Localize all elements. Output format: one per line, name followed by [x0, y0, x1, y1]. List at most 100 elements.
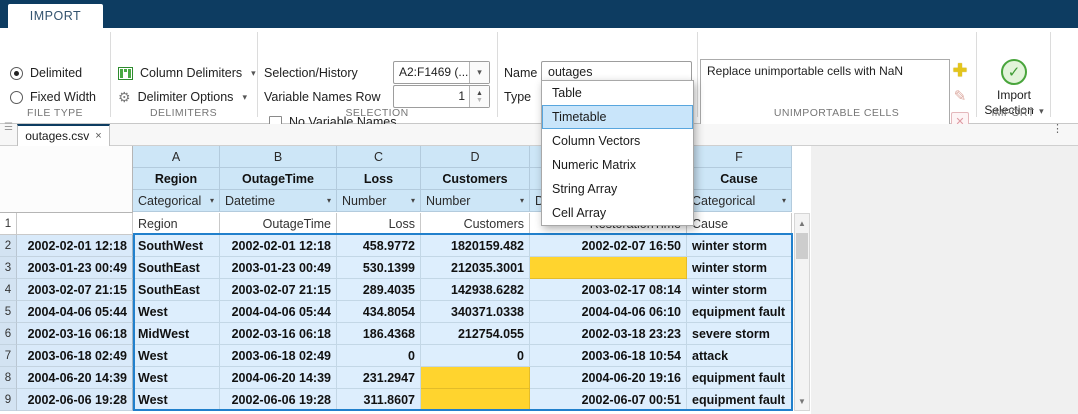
- table-cell[interactable]: 2002-03-18 23:23: [530, 323, 687, 345]
- table-cell[interactable]: 2004-04-06 06:10: [530, 301, 687, 323]
- document-tab-bar: ☰ outages.csv × ⋮: [0, 124, 1078, 146]
- type-menu-item[interactable]: Table: [542, 81, 693, 105]
- table-cell[interactable]: 289.4035: [337, 279, 421, 301]
- column-name-header[interactable]: Loss: [337, 168, 421, 190]
- document-bar-menu-icon[interactable]: ☰: [4, 126, 13, 130]
- column-letter-header[interactable]: A: [133, 146, 220, 168]
- table-cell[interactable]: 2003-06-18 10:54: [530, 345, 687, 367]
- table-cell[interactable]: 0: [337, 345, 421, 367]
- unimportable-rule-item[interactable]: Replace unimportable cells with NaN: [707, 64, 903, 78]
- radio-delimited[interactable]: Delimited: [10, 65, 82, 81]
- type-menu-item[interactable]: Column Vectors: [542, 129, 693, 153]
- table-cell[interactable]: 2003-02-07 21:15: [220, 279, 337, 301]
- row-number-cell: 4: [0, 279, 17, 301]
- table-cell[interactable]: 2002-02-01 12:18: [220, 235, 337, 257]
- table-cell[interactable]: 186.4368: [337, 323, 421, 345]
- table-cell[interactable]: West: [133, 301, 220, 323]
- column-letter-header[interactable]: B: [220, 146, 337, 168]
- unimportable-cell[interactable]: [421, 367, 530, 389]
- table-cell[interactable]: attack: [687, 345, 792, 367]
- table-cell[interactable]: winter storm: [687, 235, 792, 257]
- close-tab-icon[interactable]: ×: [95, 130, 101, 142]
- column-letter-header[interactable]: D: [421, 146, 530, 168]
- column-type-dropdown[interactable]: Number▾: [337, 190, 421, 212]
- spinner-arrows-icon[interactable]: ▲▼: [469, 86, 489, 107]
- column-type-dropdown[interactable]: Categorical▾: [133, 190, 220, 212]
- vertical-scrollbar[interactable]: ▲ ▼: [794, 213, 810, 411]
- type-menu-item[interactable]: String Array: [542, 177, 693, 201]
- column-name-header[interactable]: Customers: [421, 168, 530, 190]
- type-menu-item[interactable]: Cell Array: [542, 201, 693, 225]
- table-cell[interactable]: winter storm: [687, 279, 792, 301]
- column-letter-header[interactable]: C: [337, 146, 421, 168]
- table-cell[interactable]: 2004-06-20 19:16: [530, 367, 687, 389]
- table-cell[interactable]: West: [133, 345, 220, 367]
- table-cell[interactable]: 340371.0338: [421, 301, 530, 323]
- table-cell[interactable]: Customers: [421, 213, 530, 235]
- table-cell[interactable]: West: [133, 389, 220, 411]
- table-cell[interactable]: SouthWest: [133, 235, 220, 257]
- table-cell[interactable]: 2002-03-16 06:18: [220, 323, 337, 345]
- scrollbar-thumb[interactable]: [796, 233, 808, 259]
- table-cell[interactable]: SouthEast: [133, 279, 220, 301]
- document-bar-options-icon[interactable]: ⋮: [1052, 127, 1063, 132]
- column-letter-header[interactable]: F: [687, 146, 792, 168]
- column-delimiters-button[interactable]: Column Delimiters ▾: [118, 64, 256, 82]
- type-menu-item[interactable]: Numeric Matrix: [542, 153, 693, 177]
- table-cell[interactable]: OutageTime: [220, 213, 337, 235]
- radio-delimited-icon[interactable]: [10, 67, 23, 80]
- table-cell[interactable]: 2004-04-06 05:44: [220, 301, 337, 323]
- radio-fixed-width-icon[interactable]: [10, 91, 23, 104]
- table-cell[interactable]: 212754.055: [421, 323, 530, 345]
- table-cell[interactable]: 434.8054: [337, 301, 421, 323]
- table-cell[interactable]: equipment fault: [687, 389, 792, 411]
- variable-names-row-label: Variable Names Row: [264, 89, 380, 105]
- unimportable-cell[interactable]: [421, 389, 530, 411]
- selection-history-dropdown-icon[interactable]: ▾: [469, 62, 489, 83]
- unimportable-rules-list[interactable]: Replace unimportable cells with NaN: [700, 59, 950, 130]
- table-cell[interactable]: 2002-02-07 16:50: [530, 235, 687, 257]
- column-type-dropdown[interactable]: Categorical▾: [687, 190, 792, 212]
- tab-outages-csv[interactable]: outages.csv ×: [17, 124, 110, 146]
- type-menu-item[interactable]: Timetable: [542, 105, 693, 129]
- table-cell[interactable]: 0: [421, 345, 530, 367]
- table-cell[interactable]: 2002-06-06 19:28: [220, 389, 337, 411]
- table-cell[interactable]: 458.9772: [337, 235, 421, 257]
- selection-history-combo[interactable]: A2:F1469 (... ▾: [393, 61, 490, 84]
- table-cell[interactable]: 142938.6282: [421, 279, 530, 301]
- edit-rule-icon[interactable]: ✎: [951, 87, 969, 105]
- table-cell[interactable]: 231.2947: [337, 367, 421, 389]
- table-cell[interactable]: 311.8607: [337, 389, 421, 411]
- radio-fixed-width[interactable]: Fixed Width: [10, 89, 96, 105]
- table-cell[interactable]: Loss: [337, 213, 421, 235]
- delimiter-options-button[interactable]: ⚙ Delimiter Options ▾: [118, 88, 247, 106]
- table-cell[interactable]: 212035.3001: [421, 257, 530, 279]
- table-cell[interactable]: 1820159.482: [421, 235, 530, 257]
- add-rule-icon[interactable]: ✚: [951, 62, 969, 80]
- table-cell[interactable]: 2003-01-23 00:49: [220, 257, 337, 279]
- table-cell[interactable]: Cause: [687, 213, 792, 235]
- unimportable-cell[interactable]: [530, 257, 687, 279]
- table-cell[interactable]: West: [133, 367, 220, 389]
- scroll-down-icon[interactable]: ▼: [795, 393, 809, 409]
- table-cell[interactable]: equipment fault: [687, 301, 792, 323]
- table-cell[interactable]: 530.1399: [337, 257, 421, 279]
- column-type-dropdown[interactable]: Number▾: [421, 190, 530, 212]
- table-cell[interactable]: 2003-02-17 08:14: [530, 279, 687, 301]
- column-name-header[interactable]: OutageTime: [220, 168, 337, 190]
- table-cell[interactable]: 2003-06-18 02:49: [220, 345, 337, 367]
- variable-names-row-spinner[interactable]: 1 ▲▼: [393, 85, 490, 108]
- column-name-header[interactable]: Cause: [687, 168, 792, 190]
- table-cell[interactable]: Region: [133, 213, 220, 235]
- scroll-up-icon[interactable]: ▲: [795, 215, 809, 231]
- tab-import[interactable]: IMPORT: [8, 4, 103, 28]
- column-name-header[interactable]: Region: [133, 168, 220, 190]
- table-cell[interactable]: equipment fault: [687, 367, 792, 389]
- table-cell[interactable]: MidWest: [133, 323, 220, 345]
- table-cell[interactable]: severe storm: [687, 323, 792, 345]
- column-type-dropdown[interactable]: Datetime▾: [220, 190, 337, 212]
- table-cell[interactable]: 2002-06-07 00:51: [530, 389, 687, 411]
- table-cell[interactable]: 2004-06-20 14:39: [220, 367, 337, 389]
- table-cell[interactable]: SouthEast: [133, 257, 220, 279]
- table-cell[interactable]: winter storm: [687, 257, 792, 279]
